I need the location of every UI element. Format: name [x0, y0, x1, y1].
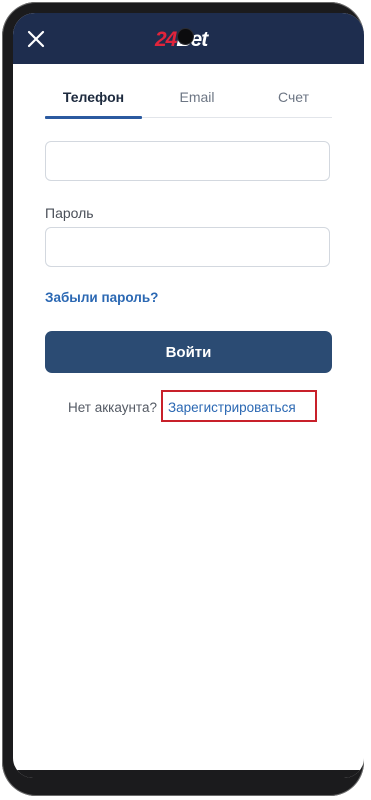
screen-bottom-bezel	[13, 770, 364, 778]
forgot-password-link[interactable]: Забыли пароль?	[45, 290, 158, 305]
phone-input[interactable]	[45, 141, 330, 181]
logo-number: 24	[155, 28, 177, 51]
phone-frame: 24Bet Телефон Email Счет Пароль Забыли п…	[2, 2, 364, 796]
camera-cutout	[178, 29, 193, 44]
header-bar: 24Bet	[13, 13, 364, 64]
tab-phone[interactable]: Телефон	[45, 87, 142, 117]
close-icon[interactable]	[27, 30, 45, 48]
login-button[interactable]: Войти	[45, 331, 332, 373]
tab-account[interactable]: Счет	[255, 87, 332, 117]
tab-email[interactable]: Email	[157, 87, 237, 117]
register-link[interactable]: Зарегистрироваться	[168, 400, 296, 415]
no-account-text: Нет аккаунта?	[68, 400, 157, 415]
active-tab-indicator	[45, 116, 142, 119]
password-input[interactable]	[45, 227, 330, 267]
password-label: Пароль	[45, 205, 94, 221]
login-tabs: Телефон Email Счет	[45, 87, 332, 119]
app-screen: 24Bet Телефон Email Счет Пароль Забыли п…	[13, 13, 364, 778]
